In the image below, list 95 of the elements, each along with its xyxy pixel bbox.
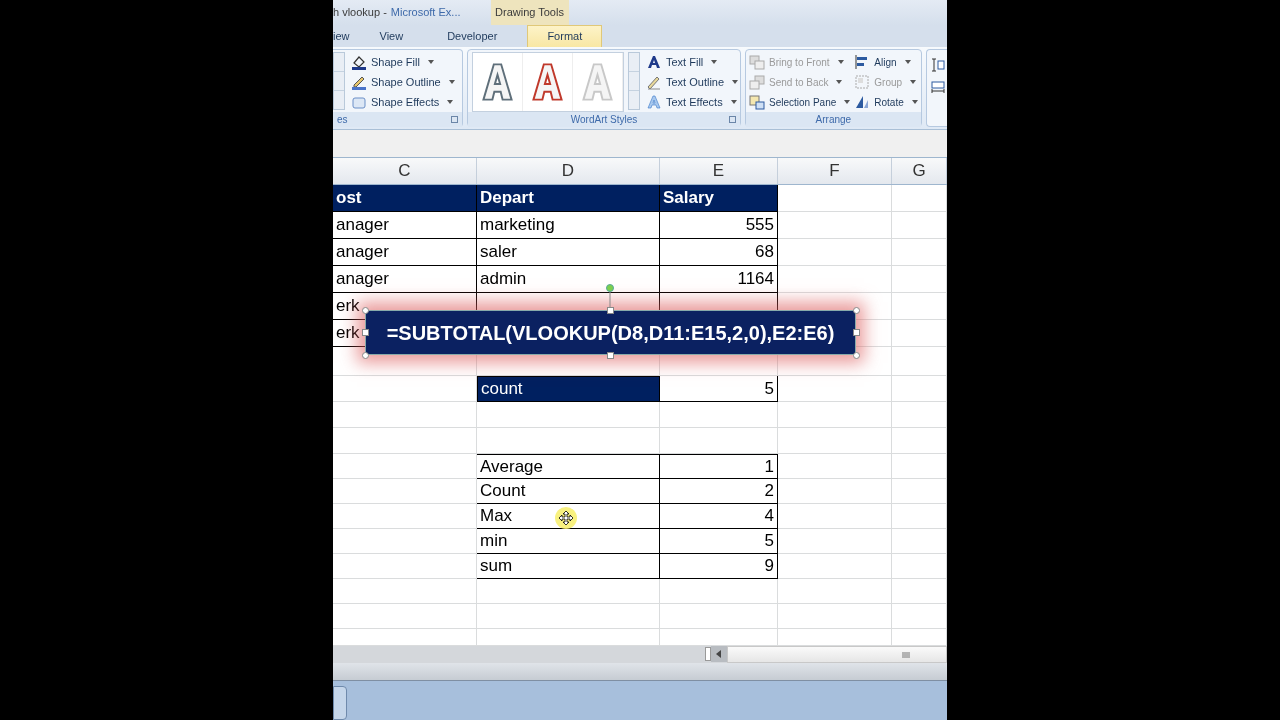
ribbon-tab[interactable]: Format bbox=[527, 25, 603, 47]
gallery-scrollbar[interactable] bbox=[628, 52, 640, 110]
layers-icon bbox=[749, 54, 765, 70]
group-label: es bbox=[337, 113, 348, 127]
table-cell: min bbox=[477, 529, 660, 554]
caret-icon bbox=[730, 100, 737, 104]
bucket-icon bbox=[351, 54, 367, 70]
group-label: WordArt Styles bbox=[570, 113, 638, 127]
ribbon-tab[interactable]: iew bbox=[333, 25, 358, 47]
group-icon bbox=[854, 74, 871, 90]
table-cell: saler bbox=[477, 239, 660, 266]
formula-bar[interactable] bbox=[333, 130, 947, 158]
ribbon-command[interactable]: Text Fill bbox=[646, 52, 739, 72]
letter-icon bbox=[646, 54, 662, 70]
table-cell: marketing bbox=[477, 212, 660, 239]
column-header[interactable]: E bbox=[660, 158, 778, 184]
column-header[interactable]: C bbox=[333, 158, 477, 184]
table-cell: 68 bbox=[660, 239, 778, 266]
formula-text-box[interactable]: =SUBTOTAL(VLOOKUP(D8,D11:E15,2,0),E2:E6) bbox=[365, 310, 856, 355]
dialog-launcher-icon[interactable] bbox=[729, 116, 736, 123]
table-cell: sum bbox=[477, 554, 660, 579]
pane-icon bbox=[749, 94, 765, 110]
ribbon-command[interactable]: Selection Pane bbox=[749, 92, 851, 112]
resize-handle[interactable] bbox=[853, 352, 860, 359]
caret-icon bbox=[904, 60, 911, 64]
table-cell: 5 bbox=[660, 529, 778, 554]
caret-icon bbox=[837, 60, 844, 64]
pencil-icon bbox=[646, 74, 662, 90]
table-cell: count bbox=[477, 376, 660, 402]
table-cell: anager bbox=[333, 239, 477, 266]
triangle-icon bbox=[854, 94, 871, 110]
height-icon[interactable] bbox=[930, 58, 945, 72]
table-cell: Depart bbox=[477, 185, 660, 212]
ribbon-tab[interactable]: Developer bbox=[425, 25, 520, 47]
ribbon-command[interactable]: Rotate bbox=[854, 92, 918, 112]
table-cell: Salary bbox=[660, 185, 778, 212]
table-cell: 555 bbox=[660, 212, 778, 239]
table-cell: 4 bbox=[660, 504, 778, 529]
table-cell: admin bbox=[477, 266, 660, 293]
table-cell: Average bbox=[477, 455, 660, 479]
caret-icon bbox=[447, 100, 454, 104]
ribbon-command[interactable]: Shape Effects bbox=[351, 92, 455, 112]
gallery-scrollbar[interactable] bbox=[333, 52, 345, 110]
resize-handle[interactable] bbox=[607, 352, 614, 359]
table-cell: anager bbox=[333, 212, 477, 239]
horizontal-scrollbar[interactable] bbox=[727, 646, 947, 663]
ribbon-command[interactable]: Align bbox=[854, 52, 918, 72]
table-cell: 5 bbox=[660, 376, 778, 402]
table-cell: 2 bbox=[660, 479, 778, 504]
ribbon-command[interactable]: Text Outline bbox=[646, 72, 739, 92]
layers-icon bbox=[749, 74, 765, 90]
caret-icon bbox=[836, 80, 843, 84]
tab-split-handle[interactable] bbox=[705, 647, 711, 661]
caret-icon bbox=[711, 60, 718, 64]
table-cell: ost bbox=[333, 185, 477, 212]
caret-icon bbox=[911, 100, 918, 104]
ribbon-tab[interactable]: View bbox=[357, 25, 426, 47]
table-cell: 9 bbox=[660, 554, 778, 579]
column-header[interactable]: D bbox=[477, 158, 660, 184]
ribbon-command[interactable]: Text Effects bbox=[646, 92, 739, 112]
caret-icon bbox=[427, 60, 434, 64]
scroll-left-icon[interactable] bbox=[711, 646, 727, 662]
ribbon-command[interactable]: Shape Outline bbox=[351, 72, 455, 92]
move-cursor-icon bbox=[554, 506, 578, 530]
caret-icon bbox=[844, 100, 851, 104]
width-icon[interactable] bbox=[930, 80, 945, 94]
wordart-style-preset[interactable] bbox=[482, 63, 513, 101]
resize-handle[interactable] bbox=[362, 307, 369, 314]
resize-handle[interactable] bbox=[853, 307, 860, 314]
rotation-handle[interactable] bbox=[606, 284, 614, 308]
column-header[interactable]: F bbox=[778, 158, 892, 184]
resize-handle[interactable] bbox=[362, 329, 369, 336]
ribbon-command[interactable]: Shape Fill bbox=[351, 52, 455, 72]
table-cell: anager bbox=[333, 266, 477, 293]
shape-icon bbox=[351, 94, 367, 110]
caret-icon bbox=[732, 80, 739, 84]
resize-handle[interactable] bbox=[607, 307, 614, 314]
caret-icon bbox=[448, 80, 455, 84]
wordart-style-preset[interactable] bbox=[532, 63, 563, 101]
resize-handle[interactable] bbox=[853, 329, 860, 336]
resize-handle[interactable] bbox=[362, 352, 369, 359]
caret-icon bbox=[910, 80, 917, 84]
table-cell: Max bbox=[477, 504, 660, 529]
grip-icon bbox=[902, 651, 910, 658]
pencil-icon bbox=[351, 74, 367, 90]
table-cell: 1 bbox=[660, 455, 778, 479]
table-cell: 1164 bbox=[660, 266, 778, 293]
window-title: h vlookup - bbox=[333, 5, 387, 21]
app-name: Microsoft Ex... bbox=[390, 5, 461, 21]
context-tab-label: Drawing Tools bbox=[490, 0, 569, 25]
table-cell: Count bbox=[477, 479, 660, 504]
group-label: Arrange bbox=[815, 113, 852, 127]
taskbar-button[interactable] bbox=[333, 686, 347, 720]
dialog-launcher-icon[interactable] bbox=[451, 116, 458, 123]
letter-icon bbox=[646, 94, 662, 110]
